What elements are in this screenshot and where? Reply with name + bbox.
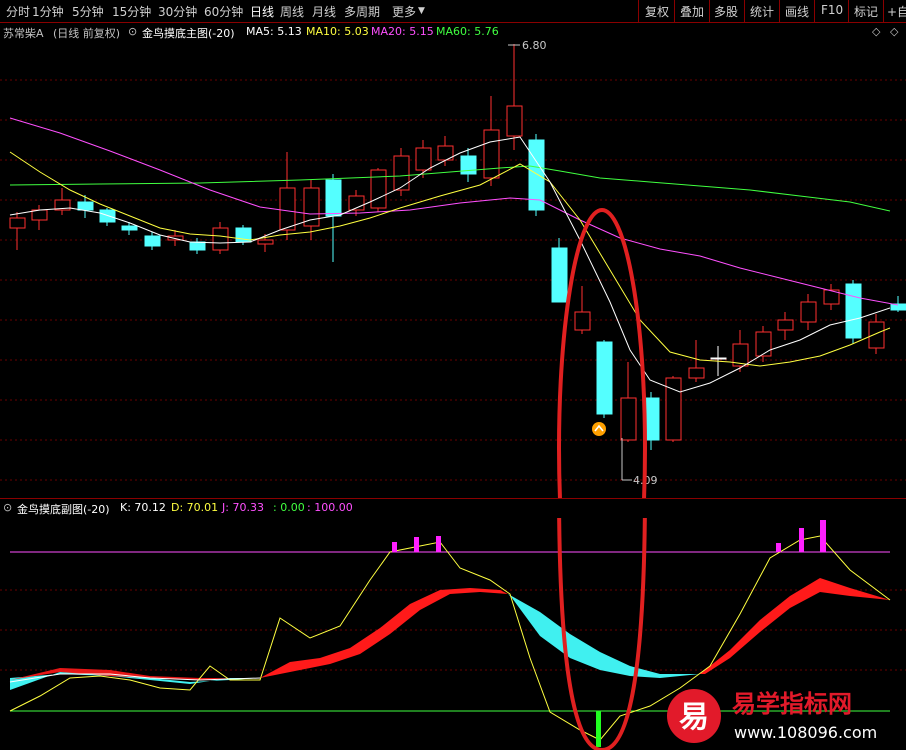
line2-value: : 100.00 [307, 501, 353, 514]
candle-body [393, 155, 410, 191]
period-tab-intraday[interactable]: 分时 [6, 3, 30, 20]
candle-body [800, 301, 817, 323]
overlay-button[interactable]: 叠加 [680, 3, 704, 20]
high-price-label: 6.80 [522, 40, 547, 52]
candles [9, 44, 906, 450]
sub-chart-header: ⊙ 金鸟摸底副图(-20) K: 70.12 D: 70.01 J: 70.33… [0, 499, 906, 517]
candle-body [303, 187, 320, 227]
period-tab-daily[interactable]: 日线 [250, 3, 274, 20]
candle-body [755, 331, 772, 357]
candle-body [121, 225, 138, 231]
toolbar-divider [744, 0, 745, 22]
more-dropdown-icon[interactable]: ▼ [418, 6, 425, 16]
period-tab-multi[interactable]: 多周期 [344, 3, 380, 20]
toolbar-divider [848, 0, 849, 22]
candle-body [777, 319, 794, 331]
candle-body [257, 239, 274, 245]
period-tab-30min[interactable]: 30分钟 [158, 3, 197, 20]
candle-body [212, 227, 229, 251]
bullish-band-2 [700, 578, 890, 674]
candlestick-chart[interactable]: 6.80 4.09 [0, 40, 906, 498]
period-toolbar: 分时 1分钟 5分钟 15分钟 30分钟 60分钟 日线 周线 月线 多周期 更… [0, 0, 906, 23]
sub-indicator-name[interactable]: 金鸟摸底副图(-20) [17, 501, 110, 517]
expand-icon[interactable]: ◇ [890, 25, 898, 38]
overbought-bars [392, 520, 826, 552]
grid-lines [0, 79, 906, 481]
k-value: K: 70.12 [120, 501, 166, 514]
toolbar-divider [638, 0, 639, 22]
candle-body [144, 235, 161, 247]
candle-body [551, 247, 568, 303]
main-chart-header: 苏常柴A (日线 前复权) ⊙ 金鸟摸底主图(-20) MA5: 5.13 MA… [0, 23, 906, 41]
candle-body [483, 129, 500, 179]
period-tab-more[interactable]: 更多 [392, 3, 416, 20]
candle-body [189, 241, 206, 251]
indicator-dropdown-icon[interactable]: ⊙ [128, 25, 137, 38]
candle-body [506, 105, 523, 137]
d-value: D: 70.01 [171, 501, 219, 514]
candle-body [596, 341, 613, 415]
custom-button[interactable]: +自 [887, 3, 906, 20]
toolbar-divider [814, 0, 815, 22]
candle-body [688, 367, 705, 379]
main-indicator-name[interactable]: 金鸟摸底主图(-20) [142, 25, 235, 41]
candle-body [77, 201, 94, 211]
line1-value: : 0.00 [273, 501, 305, 514]
highlight-ellipse-bottom [557, 518, 647, 750]
multi-stock-button[interactable]: 多股 [714, 3, 738, 20]
brand-name: 易学指标网 [732, 690, 852, 718]
candle-body [415, 147, 432, 171]
toolbar-divider [779, 0, 780, 22]
toolbar-divider [709, 0, 710, 22]
period-tab-5min[interactable]: 5分钟 [72, 3, 104, 20]
sub-indicator-dropdown-icon[interactable]: ⊙ [3, 501, 12, 514]
sub-grid-lines [0, 589, 906, 671]
ma20-value: MA20: 5.15 [371, 25, 434, 38]
candle-body [890, 303, 906, 311]
bearish-band-drop [508, 594, 700, 678]
period-mode[interactable]: (日线 前复权) [53, 25, 120, 41]
ma10-value: MA10: 5.03 [306, 25, 369, 38]
logo-glyph: 易 [679, 700, 709, 735]
j-value: J: 70.33 [222, 501, 264, 514]
ma20-line [9, 117, 899, 306]
candle-body [325, 179, 342, 217]
candle-body [31, 209, 48, 221]
draw-button[interactable]: 画线 [785, 3, 809, 20]
candle-body [574, 311, 591, 331]
period-tab-1min[interactable]: 1分钟 [32, 3, 64, 20]
f10-button[interactable]: F10 [821, 3, 843, 17]
period-tab-15min[interactable]: 15分钟 [112, 3, 151, 20]
candle-body [9, 217, 26, 229]
period-tab-60min[interactable]: 60分钟 [204, 3, 243, 20]
diamond-icon[interactable]: ◇ [872, 25, 880, 38]
candle-body [868, 321, 885, 349]
buy-signal-icon [592, 422, 606, 436]
period-tab-monthly[interactable]: 月线 [312, 3, 336, 20]
mark-button[interactable]: 标记 [854, 3, 878, 20]
period-tab-weekly[interactable]: 周线 [280, 3, 304, 20]
adjust-button[interactable]: 复权 [645, 3, 669, 20]
stats-button[interactable]: 统计 [750, 3, 774, 20]
candle-body [620, 397, 637, 441]
candle-body [370, 169, 387, 209]
stock-name[interactable]: 苏常柴A [3, 25, 44, 41]
candle-body [845, 283, 862, 339]
ma60-value: MA60: 5.76 [436, 25, 499, 38]
toolbar-divider [883, 0, 884, 22]
low-marker: 4.09 [621, 438, 658, 487]
brand-url: www.108096.com [734, 723, 877, 742]
toolbar-divider [674, 0, 675, 22]
bottom-signal-bar [596, 711, 601, 747]
candle-body [710, 357, 727, 360]
candle-body [279, 187, 296, 231]
bullish-band [260, 588, 508, 678]
watermark-graphic: 易 易学指标网 www.108096.com [667, 689, 877, 743]
watermark-logo: 易 易学指标网 www.108096.com [658, 680, 906, 750]
ma5-value: MA5: 5.13 [246, 25, 302, 38]
